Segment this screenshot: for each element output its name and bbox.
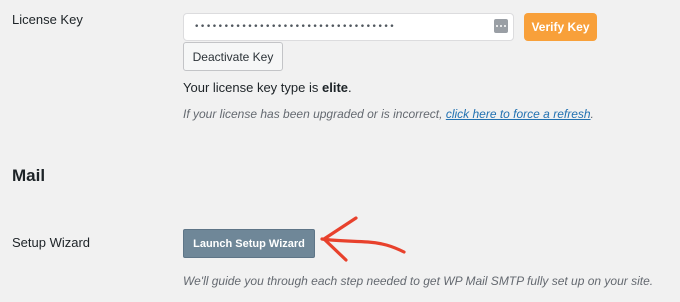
launch-setup-wizard-button[interactable]: Launch Setup Wizard <box>183 229 315 258</box>
refresh-note-prefix: If your license has been upgraded or is … <box>183 107 446 121</box>
license-type-suffix: . <box>348 80 352 95</box>
refresh-note: If your license has been upgraded or is … <box>183 107 594 121</box>
license-type-value: elite <box>321 80 348 95</box>
settings-page: License Key Verify Key Deactivate Key Yo… <box>0 0 680 302</box>
arrow-icon <box>320 216 406 262</box>
refresh-note-suffix: . <box>590 107 594 121</box>
license-type-prefix: Your license key type is <box>183 80 322 95</box>
mail-section-heading: Mail <box>12 166 46 185</box>
verify-key-button[interactable]: Verify Key <box>524 13 597 41</box>
deactivate-key-button[interactable]: Deactivate Key <box>183 42 283 71</box>
license-key-input[interactable] <box>183 13 514 41</box>
force-refresh-link[interactable]: click here to force a refresh <box>446 107 591 121</box>
license-type-text: Your license key type is elite. <box>183 80 352 95</box>
setup-wizard-label: Setup Wizard <box>12 235 91 250</box>
license-key-label: License Key <box>12 12 83 27</box>
dots-icon[interactable] <box>494 19 508 33</box>
setup-wizard-description: We'll guide you through each step needed… <box>183 274 654 288</box>
